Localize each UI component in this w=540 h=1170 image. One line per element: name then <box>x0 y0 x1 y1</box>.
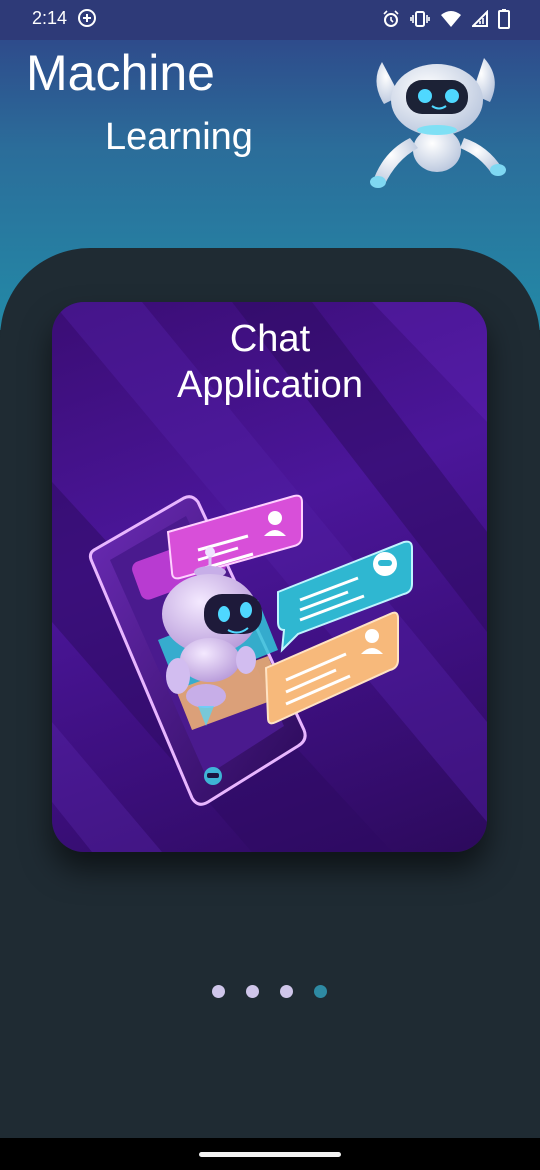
card-title-line1: Chat <box>229 318 311 360</box>
card-title-line2: Application <box>177 364 363 406</box>
home-gesture-handle[interactable] <box>199 1152 341 1157</box>
page-dot-3[interactable] <box>280 985 293 998</box>
robot-mascot-icon <box>370 58 506 188</box>
status-time: 2:14 <box>32 8 68 28</box>
battery-icon <box>498 9 510 29</box>
status-icons <box>382 9 510 29</box>
alarm-icon <box>383 10 399 27</box>
app-subtitle: Learning <box>105 116 253 158</box>
page-dot-2[interactable] <box>246 985 259 998</box>
card-title: Chat Application <box>0 316 540 408</box>
wifi-icon <box>441 11 461 27</box>
vibrate-icon <box>410 11 430 27</box>
page-dot-1[interactable] <box>212 985 225 998</box>
signal-icon <box>472 10 488 27</box>
page-dot-4-active[interactable] <box>314 985 327 998</box>
app-title: Machine <box>26 45 215 101</box>
status-bar: 2:14 <box>0 0 540 40</box>
robot-chat-phone-illustration <box>88 494 413 806</box>
page-indicator <box>212 985 327 998</box>
add-circle-icon <box>78 9 96 27</box>
